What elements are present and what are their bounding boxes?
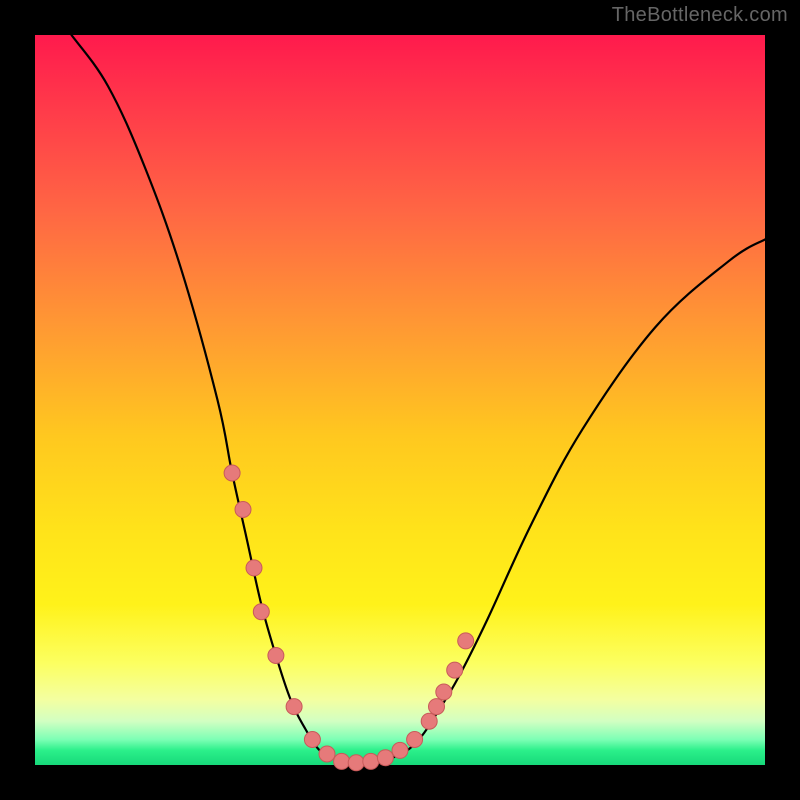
marker-dot: [319, 746, 335, 762]
highlighted-range-dots: [224, 465, 474, 771]
marker-dot: [348, 755, 364, 771]
marker-dot: [246, 560, 262, 576]
marker-dot: [447, 662, 463, 678]
chart-frame: TheBottleneck.com: [0, 0, 800, 800]
bottleneck-curve: [72, 35, 766, 766]
marker-dot: [407, 732, 423, 748]
plot-area: [35, 35, 765, 765]
marker-dot: [363, 753, 379, 769]
marker-dot: [253, 604, 269, 620]
marker-dot: [304, 732, 320, 748]
watermark-text: TheBottleneck.com: [612, 4, 788, 27]
marker-dot: [458, 633, 474, 649]
marker-dot: [436, 684, 452, 700]
marker-dot: [421, 713, 437, 729]
marker-dot: [286, 699, 302, 715]
marker-dot: [268, 648, 284, 664]
marker-dot: [377, 750, 393, 766]
marker-dot: [334, 753, 350, 769]
marker-dot: [224, 465, 240, 481]
marker-dot: [235, 502, 251, 518]
marker-dot: [429, 699, 445, 715]
marker-dot: [392, 742, 408, 758]
chart-svg: [35, 35, 765, 765]
